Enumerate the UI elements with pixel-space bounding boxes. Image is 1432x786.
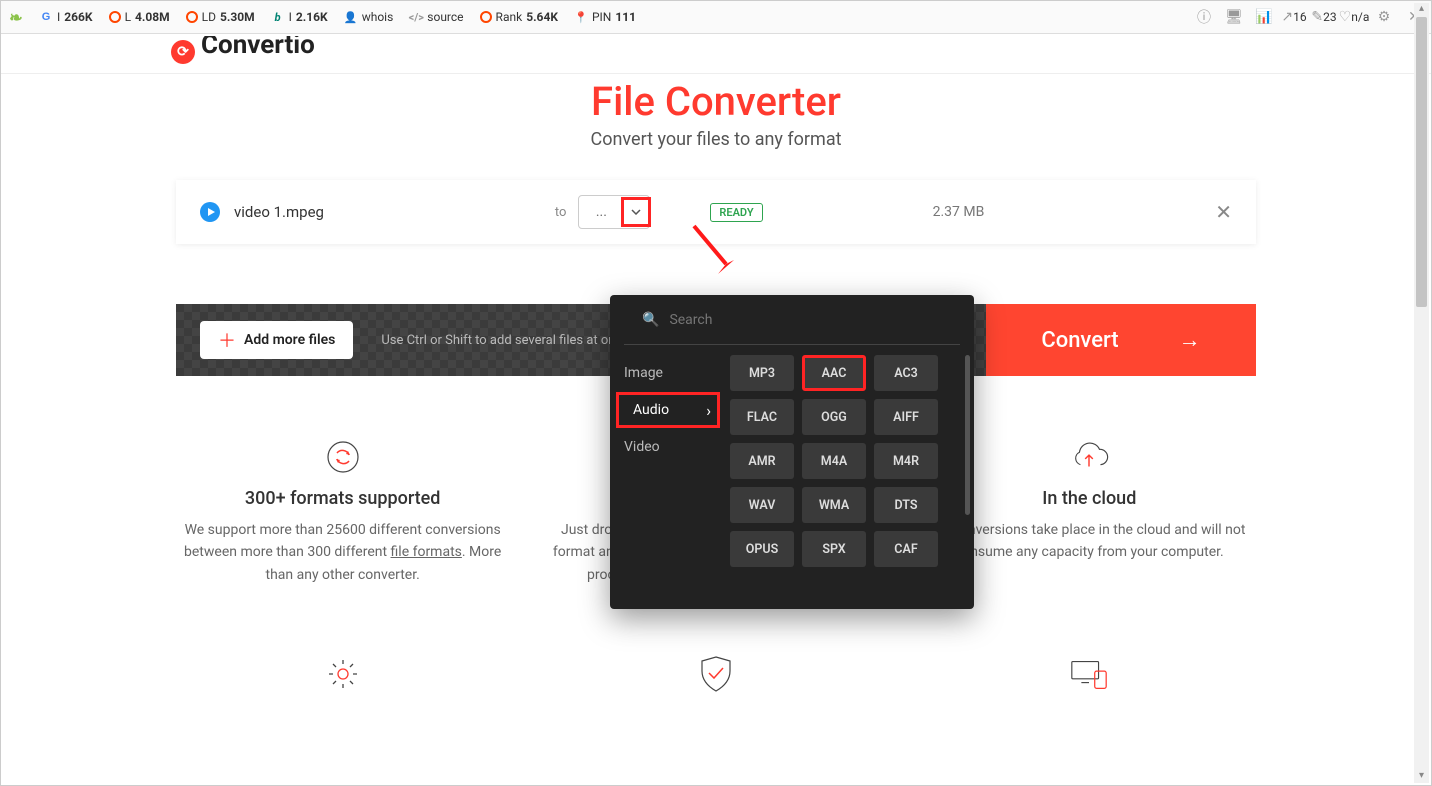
features-row-2 [176,653,1256,695]
feature-title: 300+ formats supported [176,488,509,509]
format-m4r[interactable]: M4R [874,443,938,479]
tb-google[interactable]: GI266K [39,10,93,24]
format-grid: MP3AACAC3 FLACOGGAIFF AMRM4AM4R WAVWMADTS OP… [726,345,974,595]
chart-icon[interactable]: 📊 [1255,8,1273,26]
format-spx[interactable]: SPX [802,531,866,567]
clip-icon[interactable]: ✎ 23 [1315,8,1333,26]
refresh-icon [322,436,364,478]
remove-file-button[interactable]: ✕ [1215,200,1232,224]
shield-icon [695,653,737,695]
file-size: 2.37 MB [933,204,985,220]
tb-rank[interactable]: Rank5.64K [480,10,558,24]
format-dropdown: 🔍 Image Audio Video MP3AACAC3 FLACOGGAIFF… [610,295,974,609]
search-icon: 🔍 [642,312,659,328]
format-flac[interactable]: FLAC [730,399,794,435]
file-name: video 1.mpeg [234,203,324,221]
leaf-icon: ❧ [9,10,23,24]
tb-source[interactable]: </>source [409,10,463,24]
extension-toolbar: ❧ GI266K L4.08M LD5.30M bI2.16K 👤whois <… [1,1,1431,34]
format-opus[interactable]: OPUS [730,531,794,567]
logo-icon: ⟳ [171,40,195,64]
monitor-icon[interactable]: 🖥 [1225,8,1243,26]
feature-formats: 300+ formats supported We support more t… [176,436,509,609]
add-more-files-button[interactable]: ＋ Add more files [200,321,353,359]
page-scrollbar[interactable]: ▴ ▾ [1414,3,1429,783]
ring-icon [480,11,492,23]
category-video[interactable]: Video [610,429,726,465]
format-mp3[interactable]: MP3 [730,355,794,391]
format-selector[interactable]: ... [578,195,650,229]
tb-linkdomains[interactable]: LD5.30M [186,10,255,24]
format-amr[interactable]: AMR [730,443,794,479]
cloud-upload-icon [1068,436,1110,478]
gear-icon [322,653,364,695]
chevron-down-icon [631,209,641,215]
plus-icon: ＋ [218,327,236,353]
site-logo[interactable]: ⟳Convertio [171,36,321,72]
feature-text: We support more than 25600 different con… [176,519,509,586]
format-search-input[interactable] [669,312,942,328]
format-aiff[interactable]: AIFF [874,399,938,435]
category-image[interactable]: Image [610,355,726,391]
bing-icon: b [271,10,285,24]
format-wav[interactable]: WAV [730,487,794,523]
video-file-icon [200,202,220,222]
page-title: File Converter [1,78,1431,125]
info-icon[interactable]: ⓘ [1195,8,1213,26]
to-label: to [555,205,567,220]
user-icon: 👤 [344,10,358,24]
format-ac3[interactable]: AC3 [874,355,938,391]
format-wma[interactable]: WMA [802,487,866,523]
tb-leaf: ❧ [9,10,23,24]
tb-bing[interactable]: bI2.16K [271,10,328,24]
format-m4a[interactable]: M4A [802,443,866,479]
format-current: ... [579,204,623,220]
format-categories: Image Audio Video [610,345,726,595]
format-caret[interactable] [621,197,651,227]
format-caf[interactable]: CAF [874,531,938,567]
format-ogg[interactable]: OGG [802,399,866,435]
ring-icon [186,11,198,23]
convert-button[interactable]: Convert → [986,304,1256,376]
file-formats-link[interactable]: file formats [391,544,462,560]
format-dts[interactable]: DTS [874,487,938,523]
scroll-thumb[interactable] [1416,17,1427,307]
format-search: 🔍 [624,295,960,345]
page-subtitle: Convert your files to any format [1,129,1431,150]
site-header: ⟳Convertio [1,34,1431,74]
multiselect-hint: Use Ctrl or Shift to add several files a… [381,333,629,348]
arrow-right-icon: → [1179,327,1201,353]
tb-pinterest[interactable]: 📍PIN111 [574,10,636,24]
devices-icon [1068,653,1110,695]
gear-icon[interactable]: ⚙ [1375,8,1393,26]
category-audio[interactable]: Audio [616,392,720,428]
scroll-up-icon[interactable]: ▴ [1415,3,1428,16]
tb-whois[interactable]: 👤whois [344,10,394,24]
format-aac[interactable]: AAC [802,355,866,391]
tb-links[interactable]: L4.08M [109,10,170,24]
status-badge: READY [710,203,762,222]
ring-icon [109,11,121,23]
pinterest-icon: 📍 [574,10,588,24]
google-icon: G [39,10,53,24]
scroll-down-icon[interactable]: ▾ [1415,770,1428,783]
dropdown-scrollbar[interactable] [965,355,970,515]
heart-icon[interactable]: ♡ n/a [1345,8,1363,26]
external-icon[interactable]: ↗ 16 [1285,8,1303,26]
code-icon: </> [409,10,423,24]
file-row: video 1.mpeg to ... READY 2.37 MB ✕ [176,180,1256,244]
